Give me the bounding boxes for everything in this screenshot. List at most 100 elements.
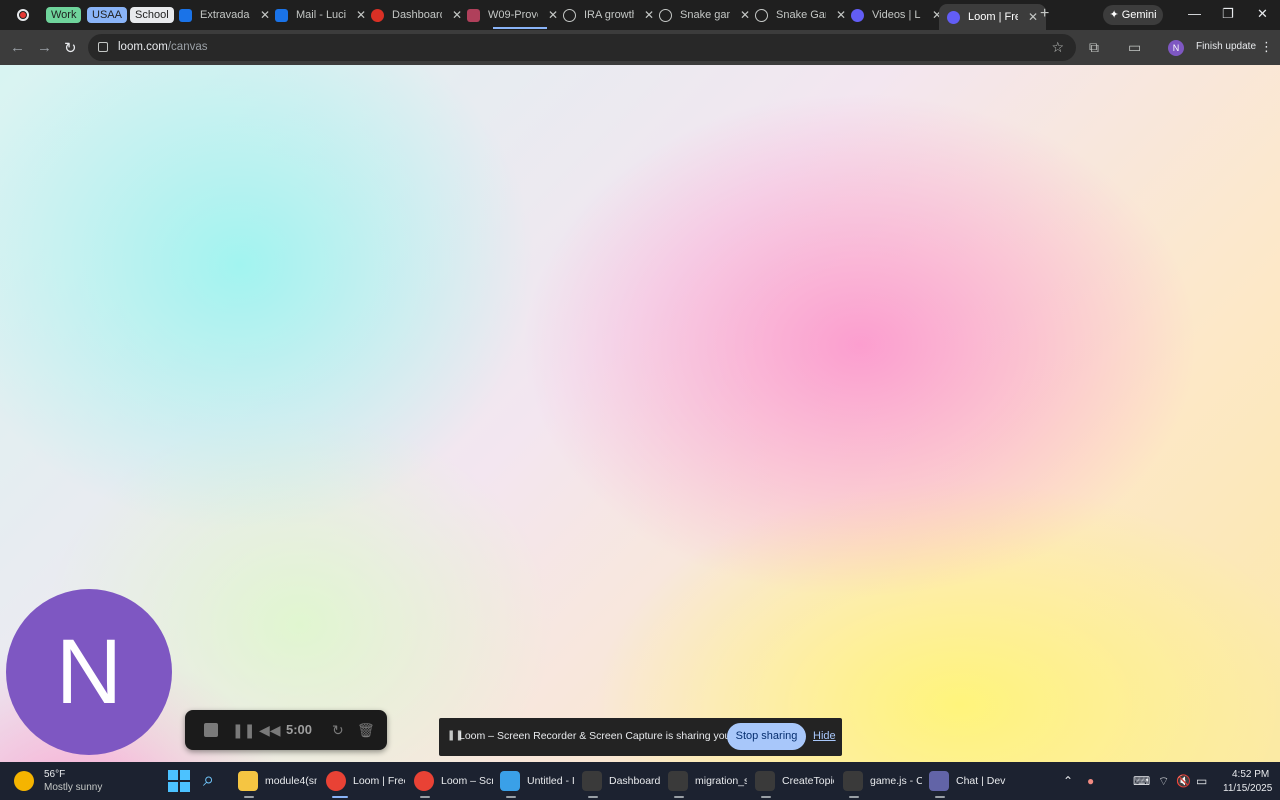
taskbar-app-explorer[interactable]: module4(sn: [238, 767, 317, 798]
site-settings-icon[interactable]: [98, 42, 108, 52]
tab-dashboard[interactable]: Dashboard ✕: [371, 4, 462, 26]
tab-title: Snake Gam: [776, 9, 826, 21]
tab-title: Dashboard: [392, 9, 442, 21]
address-bar[interactable]: loom.com/canvas ☆: [88, 34, 1076, 61]
screen-sharing-bar: ❚❚ Loom – Screen Recorder & Screen Captu…: [439, 718, 842, 756]
stop-recording-icon[interactable]: [204, 723, 218, 737]
volume-muted-icon[interactable]: 🔇: [1176, 774, 1191, 788]
close-icon[interactable]: ✕: [452, 8, 462, 22]
taskbar-app-createtopic[interactable]: CreateTopicl: [755, 767, 834, 798]
chrome-icon: [414, 771, 434, 791]
taskbar-app-migration[interactable]: migration_sc: [668, 767, 747, 798]
weather-sun-icon[interactable]: [14, 771, 34, 791]
tab-group-work[interactable]: Work: [46, 7, 82, 23]
start-button[interactable]: [168, 770, 190, 792]
hide-link[interactable]: Hide: [813, 730, 836, 742]
reload-icon[interactable]: ↻: [64, 39, 77, 57]
close-window-icon[interactable]: ✕: [1257, 6, 1268, 22]
folder-icon: [238, 771, 258, 791]
unity-icon: [582, 771, 602, 791]
restore-icon[interactable]: ❐: [1222, 6, 1234, 22]
close-icon[interactable]: ✕: [644, 8, 654, 22]
back-icon[interactable]: ←: [10, 39, 25, 56]
openai-icon: [563, 8, 576, 22]
taskbar-app-chrome-1[interactable]: Loom | Free: [326, 767, 405, 798]
tab-loom-active[interactable]: Loom | Fre ✕: [939, 4, 1047, 30]
stop-sharing-button[interactable]: Stop sharing: [727, 723, 806, 750]
windows-taskbar: 56°F Mostly sunny ⌕ module4(sn Loom | Fr…: [0, 762, 1280, 800]
tab-group-usaa[interactable]: USAA: [87, 7, 127, 23]
restart-icon[interactable]: ↻: [332, 722, 344, 739]
tab-extravadan[interactable]: Extravadan ✕: [179, 4, 270, 26]
taskbar-app-label: Loom – Scre: [441, 775, 493, 787]
rewind-icon[interactable]: ◀◀: [259, 722, 281, 739]
recording-indicator-icon[interactable]: [17, 9, 29, 21]
taskbar-app-chrome-2[interactable]: Loom – Scre: [414, 767, 493, 798]
new-tab-button[interactable]: +: [1040, 5, 1049, 23]
forward-icon[interactable]: →: [37, 39, 52, 56]
keyboard-icon[interactable]: ⌨: [1133, 774, 1150, 788]
taskbar-app-label: Chat | Dev S: [956, 775, 1008, 787]
wifi-icon[interactable]: ⌔: [1158, 774, 1169, 789]
dashboard-icon: [371, 8, 384, 22]
close-icon[interactable]: ✕: [548, 8, 558, 22]
taskbar-app-teams[interactable]: Chat | Dev S: [929, 767, 1008, 798]
close-icon[interactable]: ✕: [836, 8, 846, 22]
weather-temp: 56°F: [44, 769, 66, 780]
close-icon[interactable]: ✕: [260, 8, 270, 22]
taskbar-app-notepad[interactable]: Untitled - I: [500, 767, 579, 798]
recording-controls: ❚❚ ◀◀ 5:00 ↻ 🗑: [185, 710, 387, 750]
cast-icon[interactable]: ▭: [1128, 39, 1141, 56]
url-host: loom.com: [118, 41, 168, 53]
minimize-icon[interactable]: —: [1188, 6, 1201, 21]
tab-mail[interactable]: Mail - Luci ✕: [275, 4, 366, 26]
tab-snake-game-1[interactable]: Snake gam ✕: [659, 4, 750, 26]
tray-app-icon[interactable]: ●: [1087, 774, 1094, 788]
taskbar-app-gamejs[interactable]: game.js - CS: [843, 767, 922, 798]
chevron-up-icon[interactable]: ⌃: [1063, 774, 1073, 788]
chrome-icon: [326, 771, 346, 791]
tab-title: Extravadan: [200, 9, 250, 21]
loom-canvas: [0, 65, 1280, 762]
loom-icon: [851, 8, 864, 22]
taskbar-app-label: CreateTopicl: [782, 775, 834, 787]
tab-title: Snake gam: [680, 9, 730, 21]
taskbar-app-label: Loom | Free: [353, 775, 405, 787]
url-path: /canvas: [167, 41, 208, 53]
bookmark-star-icon[interactable]: ☆: [1051, 39, 1064, 56]
browser-toolbar: ← → ↻ loom.com/canvas ☆ ⧉ ▭: [0, 30, 1280, 65]
trash-icon[interactable]: 🗑: [357, 722, 375, 739]
close-icon[interactable]: ✕: [1028, 10, 1038, 24]
unity-icon: [843, 771, 863, 791]
sharing-message: Loom – Screen Recorder & Screen Capture …: [459, 730, 772, 742]
clock-date[interactable]: 11/15/2025: [1223, 783, 1272, 794]
tab-title: Loom | Fre: [968, 11, 1018, 23]
url-text: loom.com/canvas: [118, 41, 208, 53]
loom-icon: [947, 10, 960, 24]
extensions-icon[interactable]: ⧉: [1089, 39, 1099, 56]
tab-w09[interactable]: W09-Prove ✕: [467, 4, 558, 26]
pause-icon[interactable]: ❚❚: [232, 722, 255, 739]
tab-group-school[interactable]: School: [130, 7, 174, 23]
tab-title: Videos | L: [872, 9, 921, 21]
menu-icon[interactable]: ⋮: [1260, 39, 1273, 55]
profile-avatar[interactable]: N: [1168, 40, 1184, 56]
clock-time[interactable]: 4:52 PM: [1232, 769, 1269, 780]
close-icon[interactable]: ✕: [356, 8, 366, 22]
unity-icon: [755, 771, 775, 791]
taskbar-app-label: game.js - CS: [870, 775, 922, 787]
course-icon: [467, 8, 480, 22]
battery-icon[interactable]: ▭: [1196, 774, 1207, 788]
taskbar-app-dashboard[interactable]: Dashboard.t: [582, 767, 661, 798]
page-icon: [179, 8, 192, 22]
tab-videos[interactable]: Videos | L ✕: [851, 4, 942, 26]
search-icon[interactable]: ⌕: [203, 769, 214, 792]
unity-icon: [668, 771, 688, 791]
close-icon[interactable]: ✕: [740, 8, 750, 22]
tab-ira-growth[interactable]: IRA growth ✕: [563, 4, 654, 26]
camera-bubble-avatar[interactable]: N: [6, 589, 172, 755]
mail-icon: [275, 8, 288, 22]
finish-update-button[interactable]: Finish update: [1193, 36, 1259, 58]
tab-snake-game-2[interactable]: Snake Gam ✕: [755, 4, 846, 26]
gemini-button[interactable]: ✦ Gemini: [1103, 5, 1163, 25]
